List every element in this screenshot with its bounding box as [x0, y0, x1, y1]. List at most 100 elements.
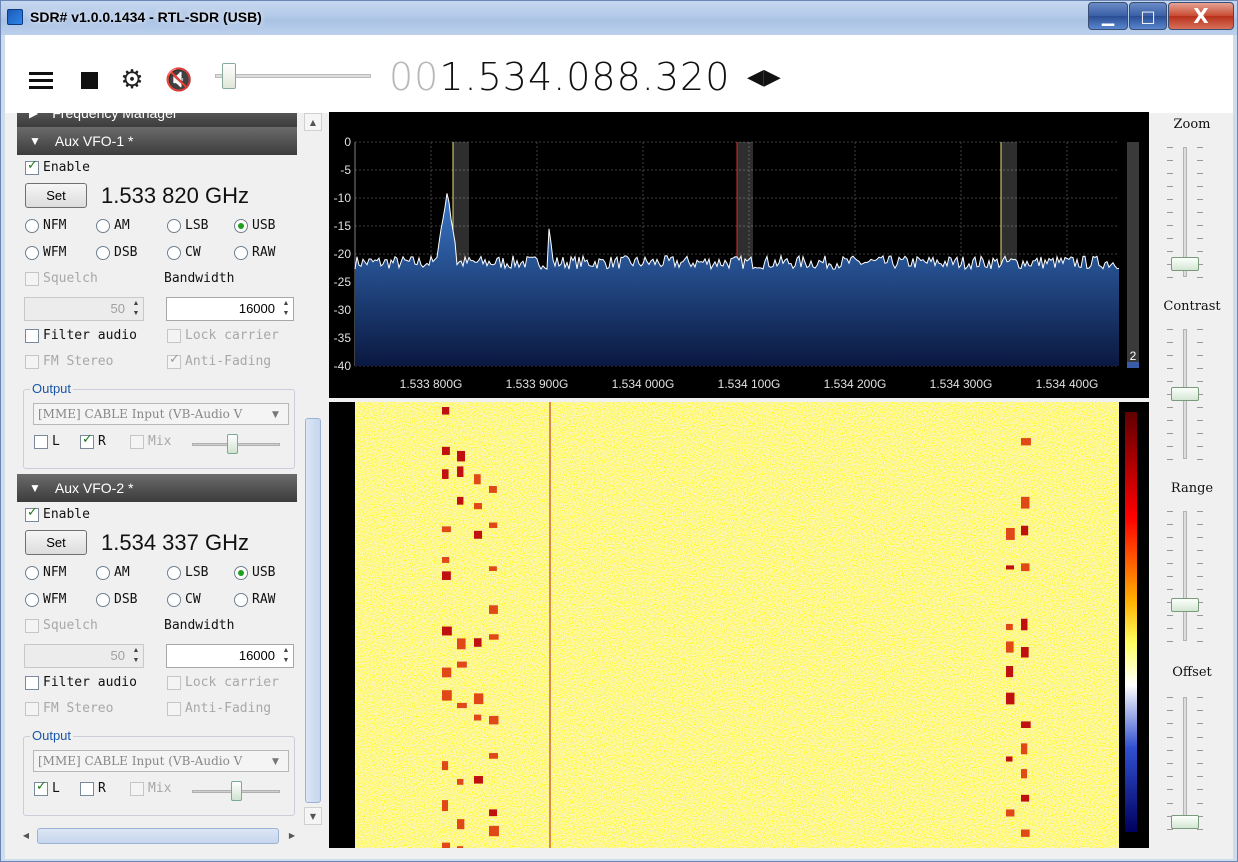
enable-checkbox[interactable]	[25, 158, 39, 175]
menu-icon[interactable]	[27, 67, 55, 93]
output-device-select[interactable]: [MME] CABLE Input (VB-Audio V ▼	[33, 403, 289, 425]
collapse-arrow-icon: ▼	[29, 134, 41, 148]
right-channel-checkbox[interactable]	[80, 782, 94, 796]
scroll-left-button[interactable]: ◀	[17, 827, 35, 845]
y-tick-label: -10	[334, 191, 352, 205]
maximize-button[interactable]: □	[1129, 2, 1167, 30]
tick-mark	[1197, 789, 1203, 791]
right-channel-checkbox[interactable]	[80, 432, 94, 449]
mode-radio-am[interactable]	[96, 219, 110, 233]
scrollbar-thumb[interactable]	[37, 828, 279, 844]
dropdown-arrow-icon[interactable]: ▼	[272, 405, 286, 424]
squelch-spinner[interactable]: 50 ▲ ▼	[24, 297, 144, 321]
frequency-manager-header[interactable]: ▶ Frequency Manager	[17, 113, 297, 127]
mode-radio-cw[interactable]	[167, 593, 181, 607]
gear-icon[interactable]: ⚙	[118, 65, 146, 95]
vfo-frequency[interactable]: 1.534 337 GHz	[101, 530, 249, 556]
mode-radio-cw[interactable]	[167, 246, 181, 260]
mode-radio-usb[interactable]	[234, 566, 248, 580]
mode-radio-nfm[interactable]	[25, 566, 39, 580]
mode-radio-nfm[interactable]	[25, 219, 39, 233]
speaker-mute-icon[interactable]: 🔇	[165, 67, 193, 93]
contrast-slider-thumb[interactable]	[1171, 387, 1199, 401]
scroll-up-button[interactable]: ▲	[304, 113, 322, 131]
enable-checkbox[interactable]	[25, 505, 39, 522]
bandwidth-spinner[interactable]: 16000 ▲ ▼	[166, 297, 294, 321]
spinner-arrows-icon[interactable]: ▲ ▼	[280, 299, 292, 319]
mode-radio-dsb[interactable]	[96, 246, 110, 260]
aux-vfo-1-header[interactable]: ▼ Aux VFO-1 *	[17, 127, 297, 155]
mode-radio-lsb[interactable]	[167, 219, 181, 233]
mode-radio-raw[interactable]	[234, 593, 248, 607]
left-channel-checkbox[interactable]	[34, 435, 48, 449]
range-slider-thumb[interactable]	[1171, 598, 1199, 612]
center-frequency-display[interactable]: 001.534.088.320	[389, 55, 730, 99]
frequency-leading-digits[interactable]: 00	[389, 55, 439, 99]
mix-checkbox[interactable]	[130, 435, 144, 449]
fm-stereo-checkbox[interactable]	[25, 702, 39, 716]
left-panel-horizontal-scrollbar[interactable]: ◀ ▶	[17, 827, 301, 845]
waterfall-burst	[1006, 665, 1014, 678]
mode-radio-wfm[interactable]	[25, 246, 39, 260]
left-panel-vertical-scrollbar[interactable]: ▲ ▼	[304, 113, 322, 825]
lock-carrier-checkbox[interactable]	[167, 329, 181, 343]
mode-label-am: AM	[114, 218, 130, 233]
waterfall-display[interactable]	[329, 402, 1149, 848]
mode-radio-wfm[interactable]	[25, 593, 39, 607]
volume-slider-thumb[interactable]	[222, 63, 237, 89]
close-button[interactable]: X	[1168, 2, 1234, 30]
scroll-down-button[interactable]: ▼	[304, 807, 322, 825]
vfo-frequency[interactable]: 1.533 820 GHz	[101, 183, 249, 209]
spectrum-analyzer[interactable]: 0 -5 -10 -15 -20 -25 -30 -35 -40 1.533 800G 1.533 …	[329, 112, 1149, 398]
offset-slider-thumb[interactable]	[1171, 815, 1199, 829]
zoom-slider-thumb[interactable]	[1171, 257, 1199, 272]
anti-fading-checkbox[interactable]	[167, 702, 181, 716]
lock-carrier-label: Lock carrier	[185, 328, 279, 343]
enable-label: Enable	[43, 507, 90, 522]
mix-checkbox[interactable]	[130, 782, 144, 796]
waterfall-burst	[457, 496, 464, 505]
mode-label-nfm: NFM	[43, 565, 67, 580]
waterfall-burst	[442, 800, 449, 812]
anti-fading-checkbox[interactable]	[167, 352, 181, 369]
tune-arrows-icon[interactable]: ◀▶	[747, 65, 781, 90]
aux-vfo-2-header[interactable]: ▼ Aux VFO-2 *	[17, 474, 297, 502]
scroll-right-button[interactable]: ▶	[283, 827, 301, 845]
output-device-select[interactable]: [MME] CABLE Input (VB-Audio V ▼	[33, 750, 289, 772]
mode-radio-raw[interactable]	[234, 246, 248, 260]
squelch-spinner[interactable]: 50 ▲ ▼	[24, 644, 144, 668]
right-channel-label: R	[98, 781, 106, 796]
scrollbar-thumb[interactable]	[305, 418, 321, 803]
balance-slider-thumb[interactable]	[227, 434, 239, 454]
mode-radio-dsb[interactable]	[96, 593, 110, 607]
bandwidth-spinner[interactable]: 16000 ▲ ▼	[166, 644, 294, 668]
mode-label-wfm: WFM	[43, 592, 67, 607]
tick-mark	[1197, 251, 1203, 252]
left-channel-checkbox[interactable]	[34, 779, 48, 796]
set-button[interactable]: Set	[25, 183, 87, 208]
filter-audio-checkbox[interactable]	[25, 329, 39, 343]
balance-slider-thumb[interactable]	[231, 781, 242, 801]
frequency-digits[interactable]: 1.534.088.320	[439, 55, 730, 99]
tick-mark	[1167, 199, 1173, 200]
mode-radio-usb[interactable]	[234, 219, 248, 233]
spinner-arrows-icon[interactable]: ▲ ▼	[280, 646, 292, 666]
title-bar[interactable]: SDR# v1.0.0.1434 - RTL-SDR (USB) ▁ □ X	[1, 1, 1237, 35]
mode-radio-am[interactable]	[96, 566, 110, 580]
set-button[interactable]: Set	[25, 530, 87, 555]
filter-audio-checkbox[interactable]	[25, 676, 39, 690]
lock-carrier-checkbox[interactable]	[167, 676, 181, 690]
tick-mark	[1167, 277, 1173, 278]
tick-mark	[1197, 697, 1203, 698]
tick-mark	[1197, 524, 1203, 525]
squelch-checkbox[interactable]	[25, 619, 39, 633]
fm-stereo-checkbox[interactable]	[25, 355, 39, 369]
spinner-arrows-icon[interactable]: ▲ ▼	[130, 646, 142, 666]
volume-slider-track[interactable]	[215, 74, 371, 78]
minimize-button[interactable]: ▁	[1088, 2, 1128, 30]
mode-radio-lsb[interactable]	[167, 566, 181, 580]
squelch-checkbox[interactable]	[25, 272, 39, 286]
stop-icon[interactable]	[75, 67, 103, 93]
spinner-arrows-icon[interactable]: ▲ ▼	[130, 299, 142, 319]
dropdown-arrow-icon[interactable]: ▼	[272, 752, 286, 771]
